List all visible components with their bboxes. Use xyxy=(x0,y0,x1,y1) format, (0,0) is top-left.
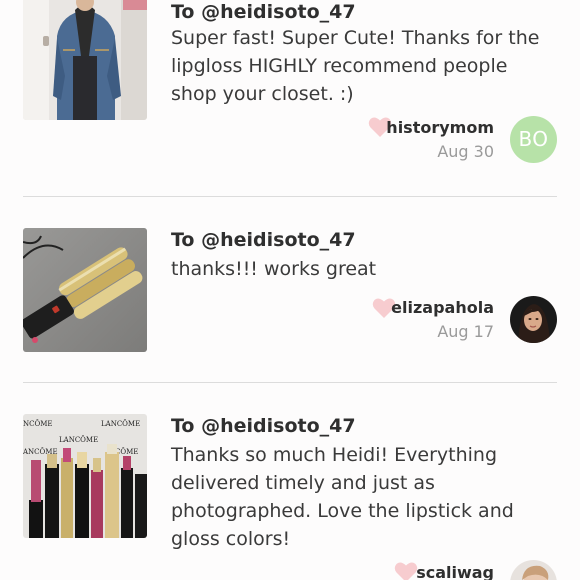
review-thumbnail[interactable] xyxy=(23,228,147,352)
curling-iron-photo-icon xyxy=(23,228,147,352)
review-recipient[interactable]: To @heidisoto_47 xyxy=(171,229,356,251)
denim-jacket-photo-icon xyxy=(23,0,147,120)
brand-text: LANCÔME xyxy=(59,435,98,444)
brand-text: LANCÔME xyxy=(101,419,140,428)
reviewer-username[interactable]: historymom xyxy=(386,118,494,137)
review-card: NCÔME LANCÔME LANCÔME ANCÔME CÔME To @he… xyxy=(0,383,580,580)
review-card: To @heidisoto_47 Super fast! Super Cute!… xyxy=(0,0,580,196)
review-recipient[interactable]: To @heidisoto_47 xyxy=(171,1,356,23)
reviewer-avatar[interactable] xyxy=(510,560,557,580)
heart-icon[interactable] xyxy=(394,561,418,580)
review-message: Super fast! Super Cute! Thanks for the l… xyxy=(171,27,540,105)
love-notes-feed: To @heidisoto_47 Super fast! Super Cute!… xyxy=(0,0,580,580)
review-thumbnail[interactable]: NCÔME LANCÔME LANCÔME ANCÔME CÔME xyxy=(23,414,147,538)
review-recipient[interactable]: To @heidisoto_47 xyxy=(171,415,356,437)
reviewer-username[interactable]: elizapahola xyxy=(391,298,494,317)
review-message: Thanks so much Heidi! Everything deliver… xyxy=(171,444,514,550)
reviewer-avatar[interactable] xyxy=(510,296,557,343)
reviewer-username[interactable]: scaliwag xyxy=(416,563,494,580)
profile-photo-icon xyxy=(510,296,557,343)
review-message: thanks!!! works great xyxy=(171,258,377,280)
review-date: Aug 17 xyxy=(437,322,494,341)
brand-text: NCÔME xyxy=(23,419,53,428)
review-thumbnail[interactable] xyxy=(23,0,147,120)
lancome-lipstick-photo-icon: NCÔME LANCÔME LANCÔME ANCÔME CÔME xyxy=(23,414,147,538)
reviewer-avatar[interactable]: BO xyxy=(510,116,557,163)
profile-photo-icon xyxy=(510,560,557,580)
review-date: Aug 30 xyxy=(437,142,494,161)
review-card: To @heidisoto_47 thanks!!! works great e… xyxy=(0,197,580,382)
